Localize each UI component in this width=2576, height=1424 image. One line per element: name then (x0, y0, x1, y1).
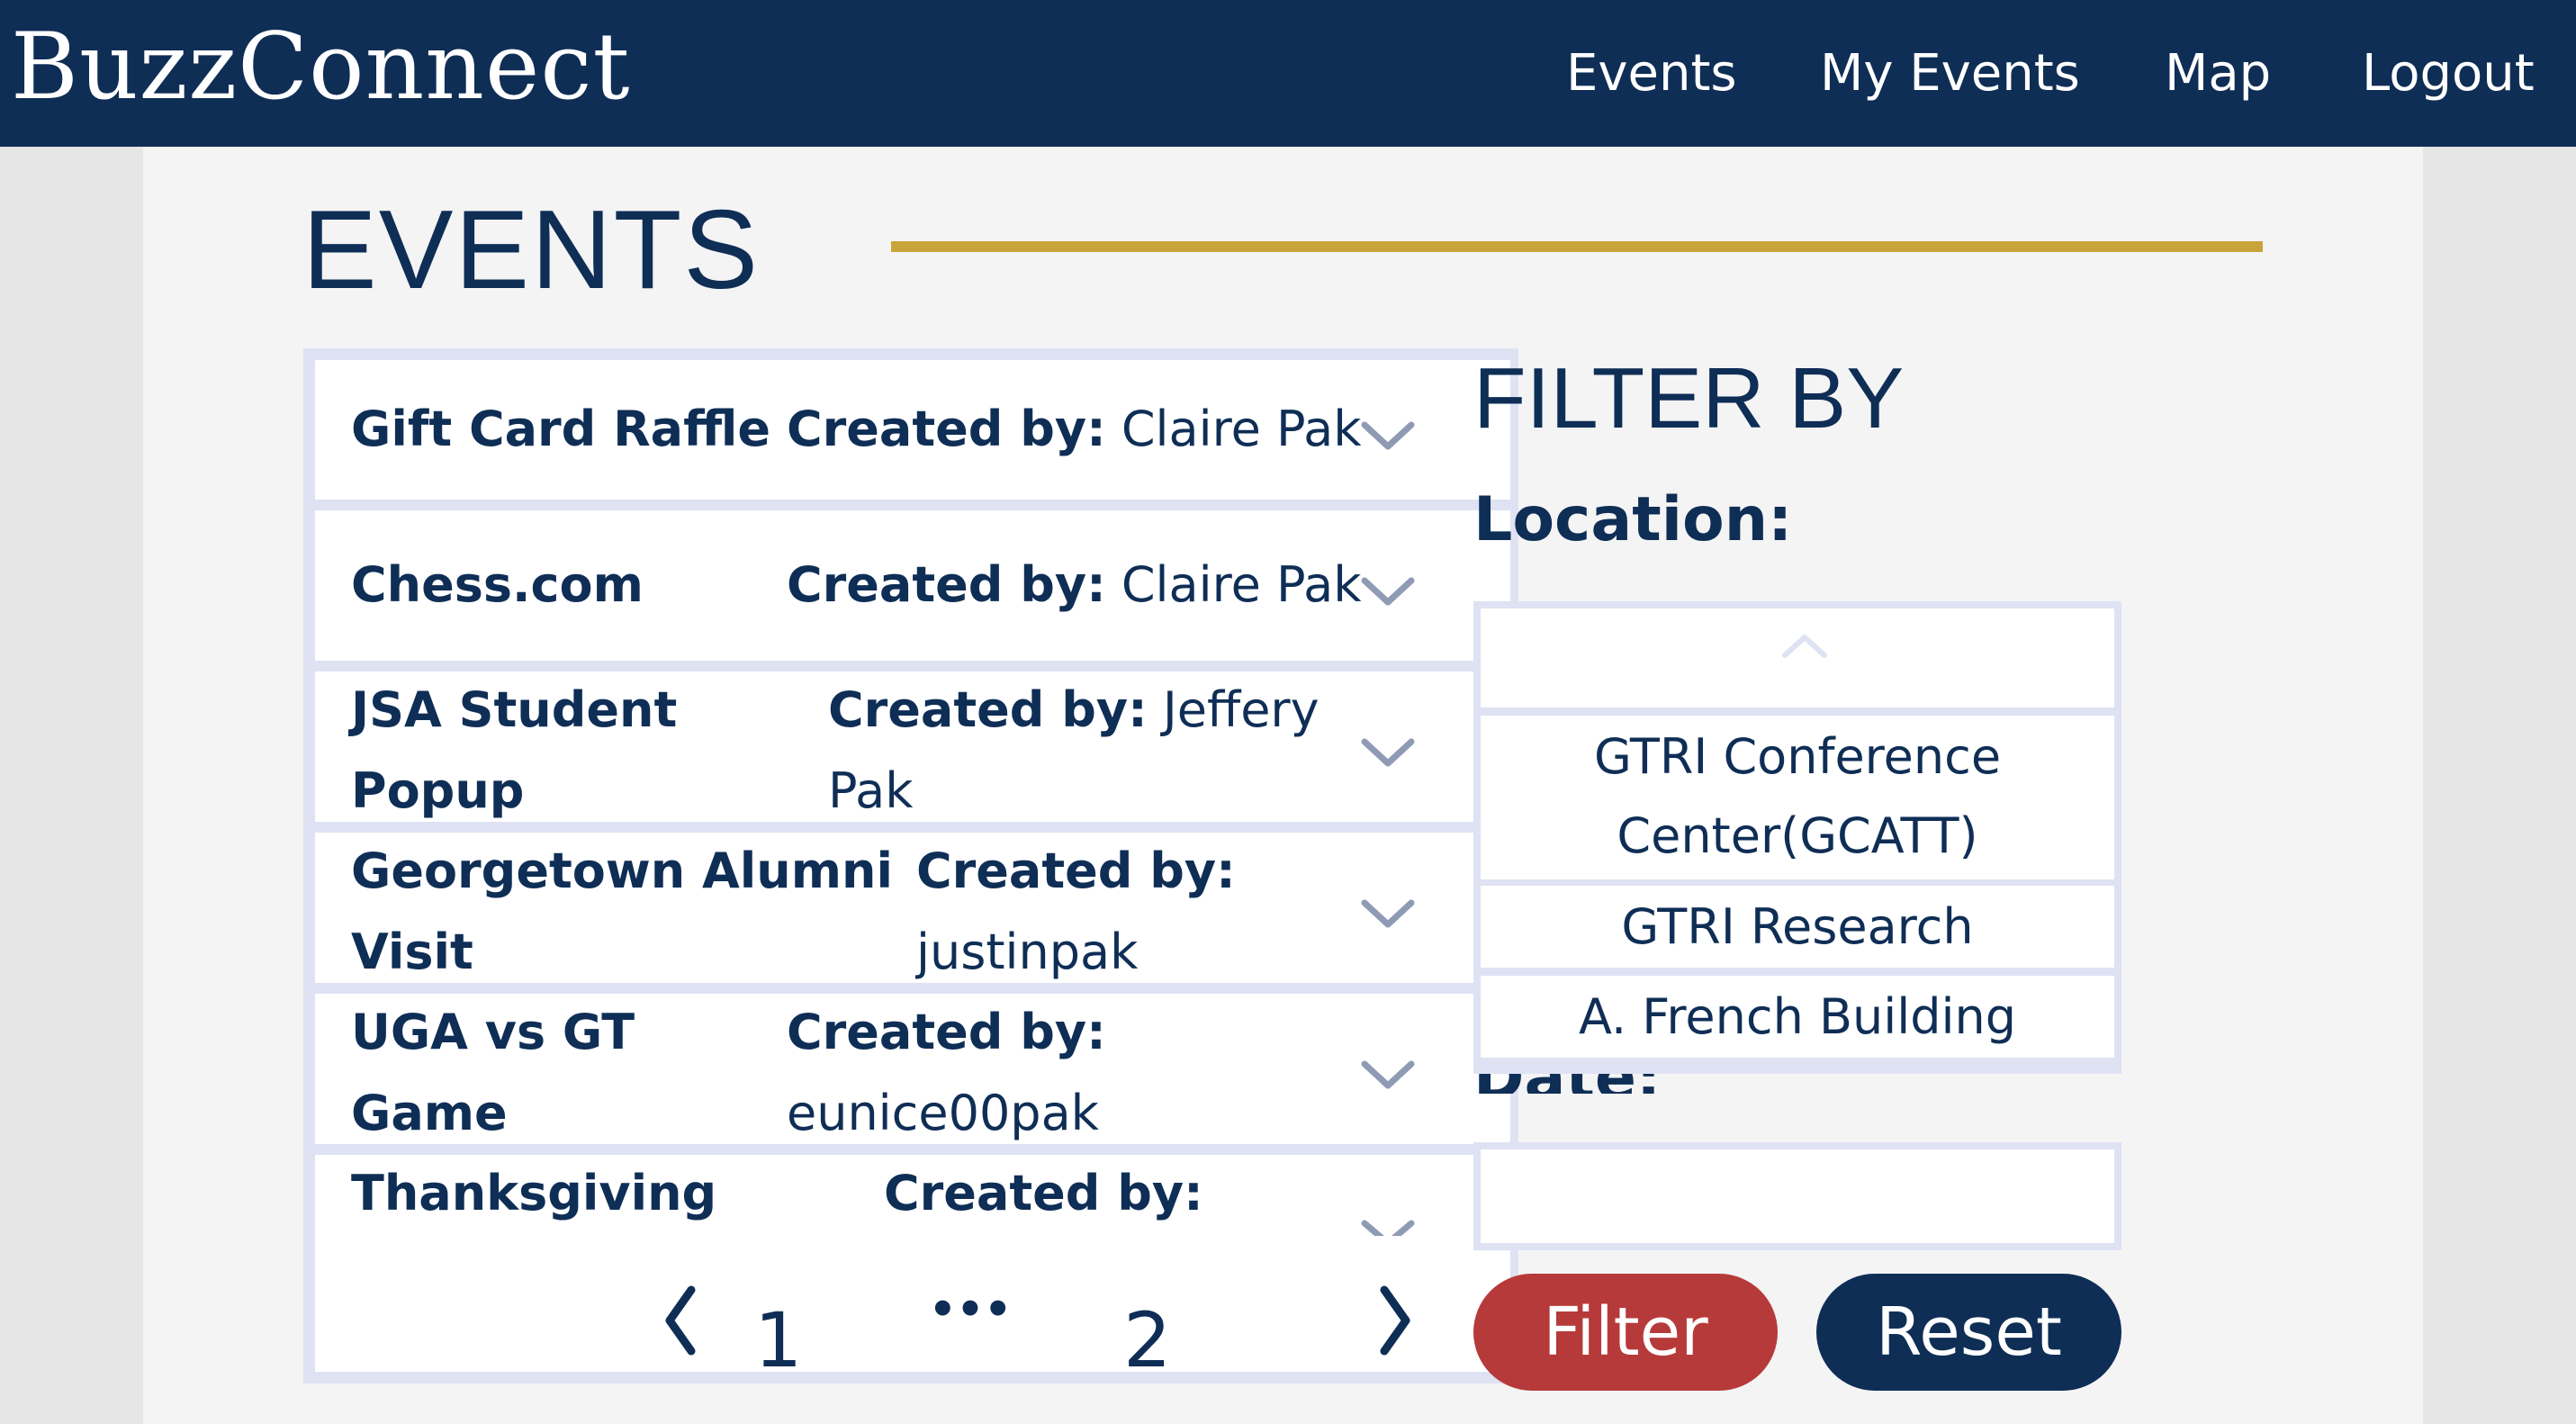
event-title-line: UGA vs GT (351, 1004, 635, 1060)
creator-name: eunice00pak (787, 1085, 1099, 1141)
event-title: Gift Card Raffle (351, 401, 771, 457)
event-title: Thanksgiving (351, 1165, 717, 1221)
pagination: 1 ••• 2 (315, 1248, 1510, 1384)
creator-name-cont: Pak (828, 762, 914, 819)
brand-logo[interactable]: BuzzConnect (11, 9, 630, 126)
chevron-down-icon[interactable] (1359, 418, 1417, 454)
creator-name: Claire Pak (1121, 556, 1362, 613)
filter-button[interactable]: Filter (1473, 1274, 1778, 1391)
event-title: JSA Student Popup (351, 670, 677, 832)
location-option[interactable]: A. French Building (1481, 976, 2114, 1058)
created-by-label: Created by: (787, 556, 1106, 613)
prev-page-icon[interactable] (662, 1284, 698, 1356)
page-title: EVENTS (302, 188, 761, 312)
events-list: Gift Card Raffle Created by: Claire Pak … (303, 348, 1518, 1384)
location-option[interactable]: GTRI Conference Center(GCATT) (1481, 716, 2114, 879)
event-creator: Created by: justinpak (916, 831, 1236, 993)
location-option[interactable]: GTRI Research (1481, 886, 2114, 968)
event-title: Georgetown Alumni Visit (351, 831, 893, 993)
next-page-icon[interactable] (1377, 1284, 1413, 1356)
event-creator: Created by: eunice00pak (787, 992, 1106, 1154)
created-by-label: Created by: (787, 401, 1106, 457)
location-select[interactable]: GTRI Conference Center(GCATT) GTRI Resea… (1473, 601, 2121, 1074)
nav-events-link[interactable]: Events (1566, 36, 1737, 112)
title-divider (891, 241, 2263, 252)
location-label: Location: (1473, 484, 1793, 555)
chevron-up-icon[interactable] (1779, 632, 1830, 659)
event-title-line: JSA Student (351, 681, 678, 738)
event-creator: Created by: Claire Pak (787, 545, 1362, 626)
chevron-down-icon[interactable] (1359, 896, 1417, 932)
event-row[interactable]: JSA Student Popup Created by: Jeffery Pa… (315, 671, 1510, 822)
event-title-line: Popup (351, 762, 525, 819)
nav-logout-link[interactable]: Logout (2362, 36, 2535, 112)
event-title: Chess.com (351, 556, 644, 613)
event-creator: Created by: (884, 1153, 1203, 1234)
chevron-down-icon[interactable] (1359, 1057, 1417, 1093)
event-creator: Created by: Claire Pak (787, 389, 1362, 470)
created-by-label: Created by: (916, 843, 1236, 899)
event-title: UGA vs GT Game (351, 992, 635, 1154)
nav-my-events-link[interactable]: My Events (1820, 36, 2080, 112)
chevron-down-icon[interactable] (1359, 573, 1417, 609)
event-row[interactable]: UGA vs GT Game Created by: eunice00pak (315, 994, 1510, 1144)
chevron-down-icon[interactable] (1359, 1216, 1417, 1236)
chevron-down-icon[interactable] (1359, 735, 1417, 771)
event-row[interactable]: Gift Card Raffle Created by: Claire Pak (315, 360, 1510, 500)
event-row[interactable]: Georgetown Alumni Visit Created by: just… (315, 833, 1510, 983)
created-by-label: Created by: (884, 1165, 1203, 1221)
filter-title: FILTER BY (1473, 350, 1905, 446)
top-navbar: BuzzConnect Events My Events Map Logout (0, 0, 2576, 147)
event-row[interactable]: Chess.com Created by: Claire Pak (315, 510, 1510, 661)
creator-name: Claire Pak (1121, 401, 1362, 457)
creator-name: justinpak (916, 924, 1139, 980)
scroll-up-button[interactable] (1481, 608, 2114, 707)
event-title-line: Game (351, 1085, 508, 1141)
reset-button[interactable]: Reset (1816, 1274, 2121, 1391)
date-input[interactable] (1473, 1142, 2121, 1250)
content-panel: EVENTS Gift Card Raffle Created by: Clai… (143, 147, 2423, 1424)
event-creator: Created by: Jeffery Pak (828, 670, 1320, 832)
creator-name: Jeffery (1162, 681, 1320, 738)
page-2-link[interactable]: 2 (1123, 1295, 1171, 1385)
event-title-line: Georgetown Alumni (351, 843, 893, 899)
created-by-label: Created by: (828, 681, 1148, 738)
page-1-link[interactable]: 1 (754, 1295, 802, 1385)
pagination-ellipsis: ••• (929, 1284, 1013, 1335)
nav-map-link[interactable]: Map (2165, 36, 2271, 112)
event-title-line: Visit (351, 924, 473, 980)
created-by-label: Created by: (787, 1004, 1106, 1060)
